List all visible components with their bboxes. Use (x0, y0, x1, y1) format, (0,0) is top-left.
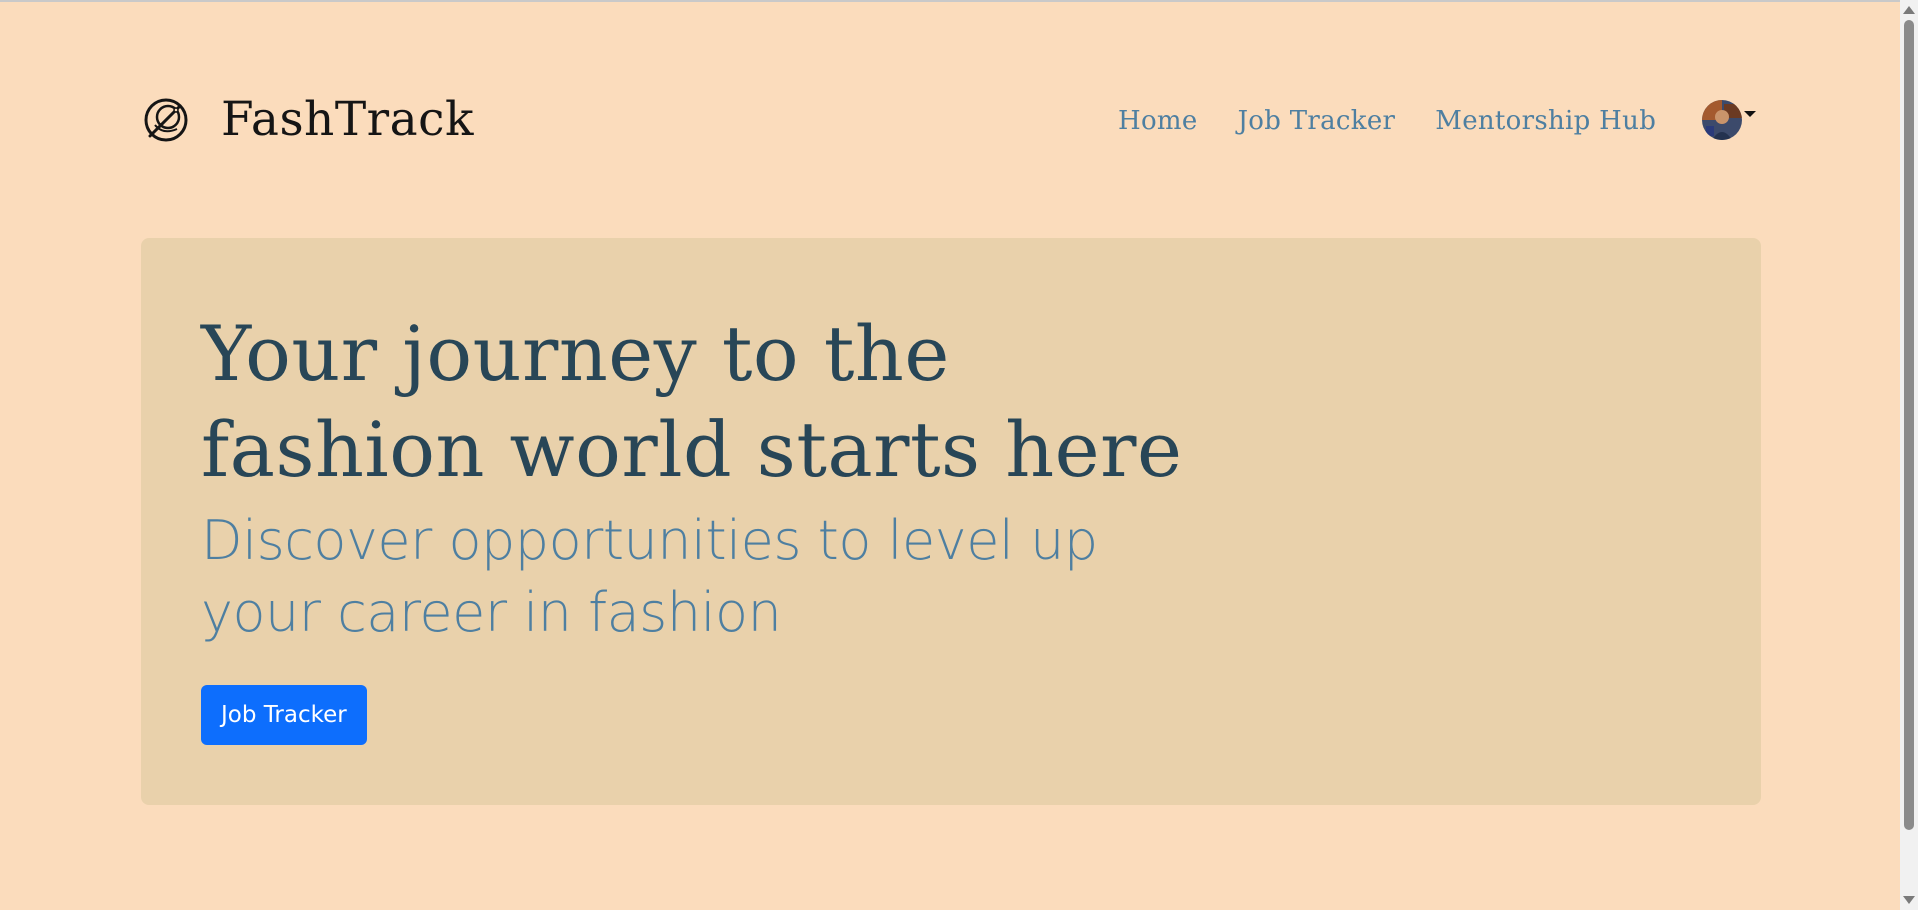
scrollbar-thumb[interactable] (1904, 20, 1914, 830)
hero-title: Your journey to the fashion world starts… (201, 309, 1183, 494)
page: FashTrack Home Job Tracker Mentorship Hu… (0, 0, 1900, 910)
window-top-border (0, 0, 1900, 2)
scroll-up-arrow-icon[interactable] (1903, 6, 1915, 14)
nav-job-tracker[interactable]: Job Tracker (1238, 104, 1396, 138)
hero-section: Your journey to the fashion world starts… (141, 238, 1761, 805)
brand-link[interactable]: FashTrack (141, 92, 474, 148)
main-nav: Home Job Tracker Mentorship Hub (1118, 104, 1656, 138)
nav-home[interactable]: Home (1118, 104, 1198, 138)
hero-subtitle: Discover opportunities to level up your … (201, 509, 1098, 644)
nav-mentorship-hub[interactable]: Mentorship Hub (1435, 104, 1656, 138)
brand-name: FashTrack (221, 92, 474, 147)
needle-thread-logo-icon (141, 95, 191, 145)
job-tracker-button[interactable]: Job Tracker (201, 685, 367, 745)
profile-dropdown-toggle[interactable] (1702, 100, 1756, 140)
caret-down-icon (1744, 111, 1756, 117)
vertical-scrollbar[interactable] (1900, 0, 1918, 910)
scroll-down-arrow-icon[interactable] (1903, 896, 1915, 904)
user-avatar (1702, 100, 1742, 140)
